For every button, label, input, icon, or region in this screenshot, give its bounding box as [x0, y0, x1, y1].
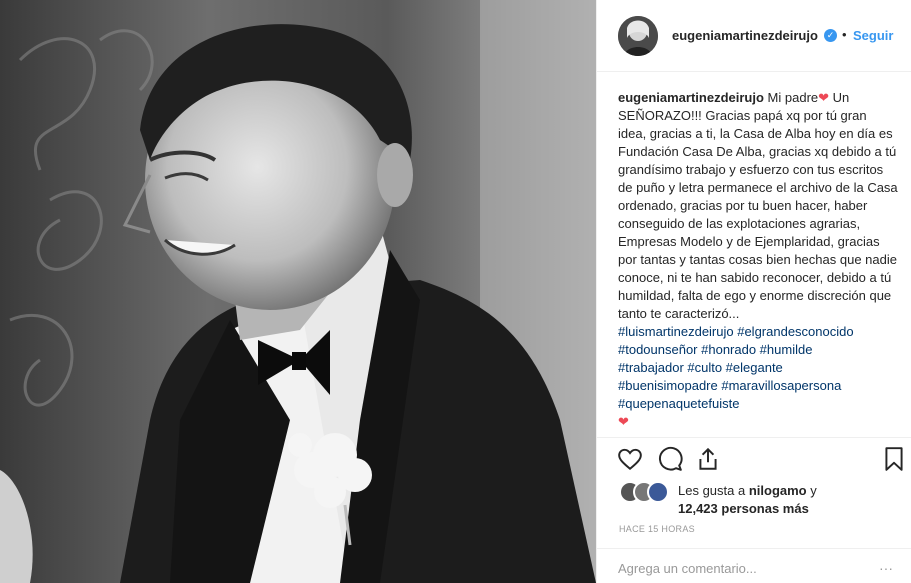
caption-text-1: Mi padre	[767, 90, 819, 105]
likes-text: Les gusta a nilogamo y 12,423 personas m…	[678, 482, 898, 518]
likes-count[interactable]: 12,423 personas más	[678, 501, 809, 516]
hashtag-line[interactable]: #todounseñor #honrado #humilde	[618, 341, 898, 359]
hashtag-line[interactable]: #buenisimopadre #maravillosapersona	[618, 377, 898, 395]
post-header: eugeniamartinezdeirujo ✓ • Seguir	[597, 0, 911, 72]
hashtag-line[interactable]: #quepenaquetefuiste ❤	[618, 395, 898, 431]
share-icon[interactable]	[695, 446, 723, 474]
header-separator: •	[842, 27, 847, 42]
post-sidebar: eugeniamartinezdeirujo ✓ • Seguir eugeni…	[596, 0, 911, 583]
red-heart-emoji-icon: ❤	[618, 414, 629, 429]
portrait-photo-image	[0, 0, 596, 583]
post-caption: eugeniamartinezdeirujo Mi padre❤ Un SEÑO…	[618, 89, 898, 437]
likes-connector: y	[810, 483, 817, 498]
liker-avatar[interactable]	[647, 481, 669, 503]
hashtag-line[interactable]: #luismartinezdeirujo #elgrandesconocido	[618, 323, 898, 341]
red-heart-emoji-icon: ❤	[818, 90, 830, 105]
header-username[interactable]: eugeniamartinezdeirujo	[672, 28, 818, 43]
heart-outline-icon[interactable]	[617, 446, 645, 474]
post-photo[interactable]	[0, 0, 596, 583]
avatar[interactable]	[618, 16, 658, 56]
post-timestamp[interactable]: HACE 15 HORAS	[619, 524, 695, 534]
hashtag-line[interactable]: #trabajador #culto #elegante	[618, 359, 898, 377]
caption-username[interactable]: eugeniamartinezdeirujo	[618, 90, 764, 105]
avatar-image	[618, 16, 658, 56]
liker-username[interactable]: nilogamo	[749, 483, 807, 498]
hashtag-text[interactable]: #quepenaquetefuiste	[618, 395, 898, 413]
likes-prefix: Les gusta a	[678, 483, 746, 498]
divider	[597, 437, 911, 438]
follow-button[interactable]: Seguir	[853, 28, 893, 43]
bookmark-icon[interactable]	[881, 446, 909, 474]
caption-text-2: Un SEÑORAZO!!! Gracias papá xq por tú gr…	[618, 90, 898, 321]
divider	[597, 548, 911, 549]
comment-icon[interactable]	[657, 446, 685, 474]
likes-summary: Les gusta a nilogamo y 12,423 personas m…	[619, 478, 899, 516]
comment-input[interactable]: Agrega un comentario...	[618, 561, 757, 576]
more-options-icon[interactable]: ···	[879, 560, 893, 576]
hashtag-list: #luismartinezdeirujo #elgrandesconocido …	[618, 323, 898, 431]
verified-badge-icon: ✓	[824, 29, 837, 42]
